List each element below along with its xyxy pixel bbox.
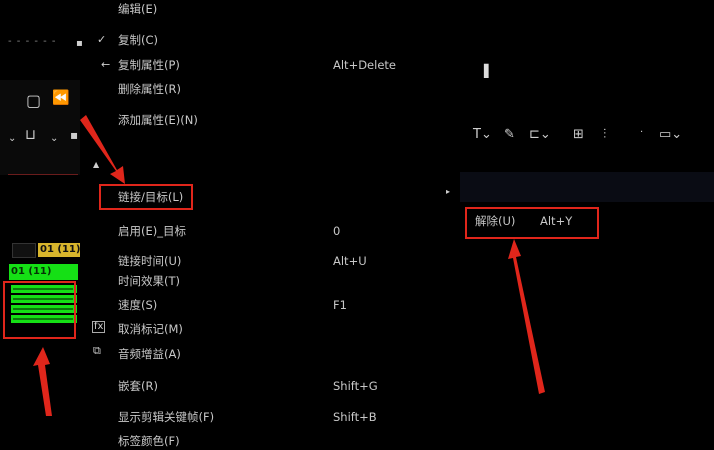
arrow-to-submenu — [508, 239, 545, 394]
annotation-arrows — [33, 115, 545, 416]
arrow-to-clips — [33, 347, 52, 416]
arrow-to-menu-item — [80, 115, 125, 184]
